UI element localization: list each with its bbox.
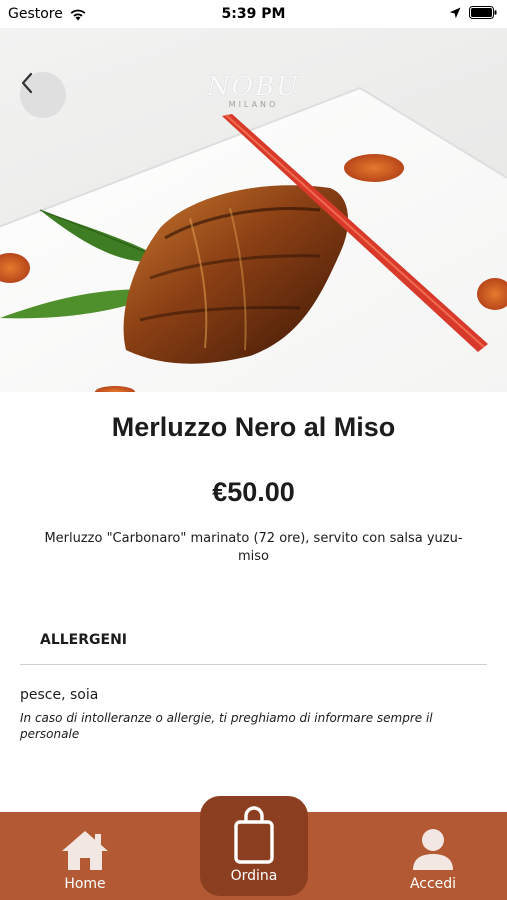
dish-photo: NOBU MILANO bbox=[0, 28, 507, 392]
tab-home-label: Home bbox=[64, 876, 106, 892]
dish-price: €50.00 bbox=[212, 477, 295, 507]
brand-name: NOBU bbox=[206, 72, 301, 102]
brand-location: MILANO bbox=[228, 100, 279, 109]
battery-icon bbox=[469, 6, 497, 19]
status-bar: Gestore 5:39 PM bbox=[0, 0, 507, 28]
allergens-list: pesce, soia bbox=[20, 687, 99, 703]
location-arrow-icon bbox=[449, 7, 461, 18]
tab-login-label: Accedi bbox=[409, 876, 457, 892]
divider bbox=[20, 664, 487, 665]
tab-order[interactable]: Ordina bbox=[200, 796, 308, 896]
user-icon bbox=[413, 829, 453, 870]
status-right bbox=[449, 6, 497, 19]
dish-title: Merluzzo Nero al Miso bbox=[111, 412, 396, 442]
allergens-note: In caso di intolleranze o allergie, ti p… bbox=[20, 711, 433, 741]
tab-home[interactable]: Home bbox=[25, 812, 145, 900]
home-icon bbox=[62, 831, 108, 870]
dish-description: Merluzzo "Carbonaro" marinato (72 ore), … bbox=[44, 531, 463, 564]
tab-order-label: Ordina bbox=[230, 868, 278, 884]
brand-logo: NOBU MILANO bbox=[0, 72, 507, 109]
tab-login[interactable]: Accedi bbox=[373, 812, 493, 900]
clock: 5:39 PM bbox=[221, 6, 286, 22]
allergens-header: ALLERGENI bbox=[40, 632, 128, 648]
shopping-bag-icon bbox=[234, 806, 274, 864]
